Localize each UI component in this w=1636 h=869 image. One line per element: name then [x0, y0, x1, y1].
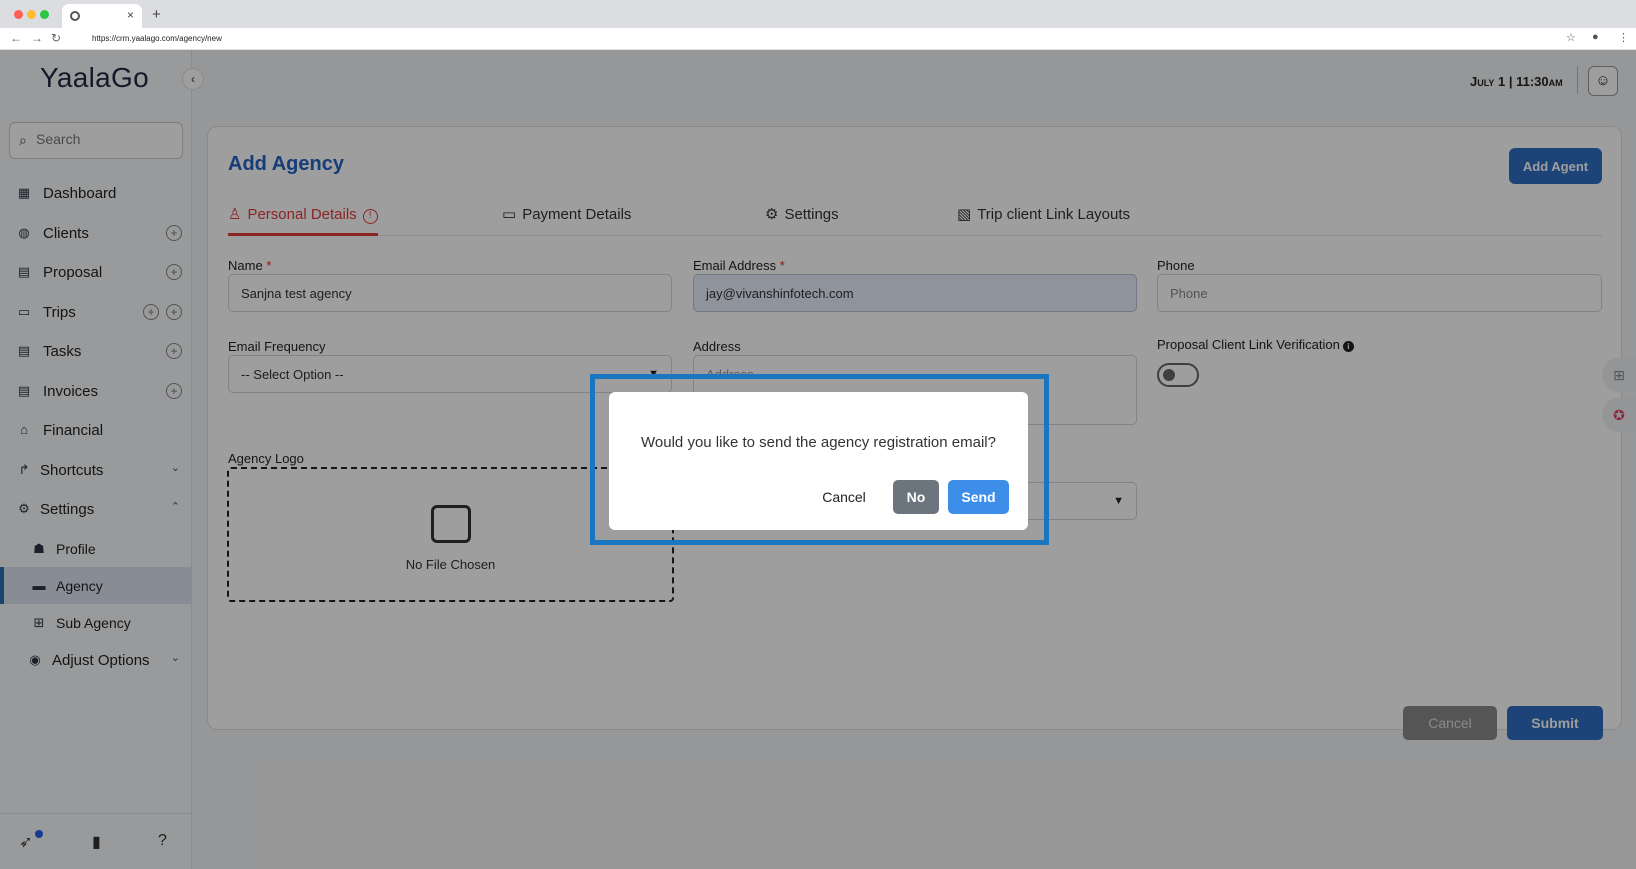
dialog-send-button[interactable]: Send: [948, 480, 1009, 514]
bookmark-star-icon[interactable]: ☆: [1566, 31, 1576, 44]
browser-tabbar: × +: [0, 0, 1636, 28]
back-icon[interactable]: ←: [10, 31, 22, 45]
profile-icon[interactable]: ●: [1592, 31, 1599, 43]
dialog-no-button[interactable]: No: [893, 480, 939, 514]
minimize-window-dot[interactable]: [27, 10, 36, 19]
browser-tab[interactable]: ×: [62, 4, 142, 28]
maximize-window-dot[interactable]: [40, 10, 49, 19]
dialog-message: Would you like to send the agency regist…: [641, 434, 996, 451]
reload-icon[interactable]: ↻: [51, 31, 61, 45]
tab-close-icon[interactable]: ×: [127, 8, 134, 22]
dialog-cancel-button[interactable]: Cancel: [816, 480, 872, 514]
favicon-icon: [70, 11, 80, 21]
menu-kebab-icon[interactable]: ⋮: [1618, 31, 1629, 44]
close-window-dot[interactable]: [14, 10, 23, 19]
forward-icon[interactable]: →: [31, 31, 43, 45]
address-bar: ← → ↻ https://crm.yaalago.com/agency/new…: [0, 28, 1636, 50]
new-tab-button[interactable]: +: [152, 6, 161, 23]
url-text[interactable]: https://crm.yaalago.com/agency/new: [92, 34, 222, 43]
confirm-dialog: Would you like to send the agency regist…: [609, 392, 1028, 530]
